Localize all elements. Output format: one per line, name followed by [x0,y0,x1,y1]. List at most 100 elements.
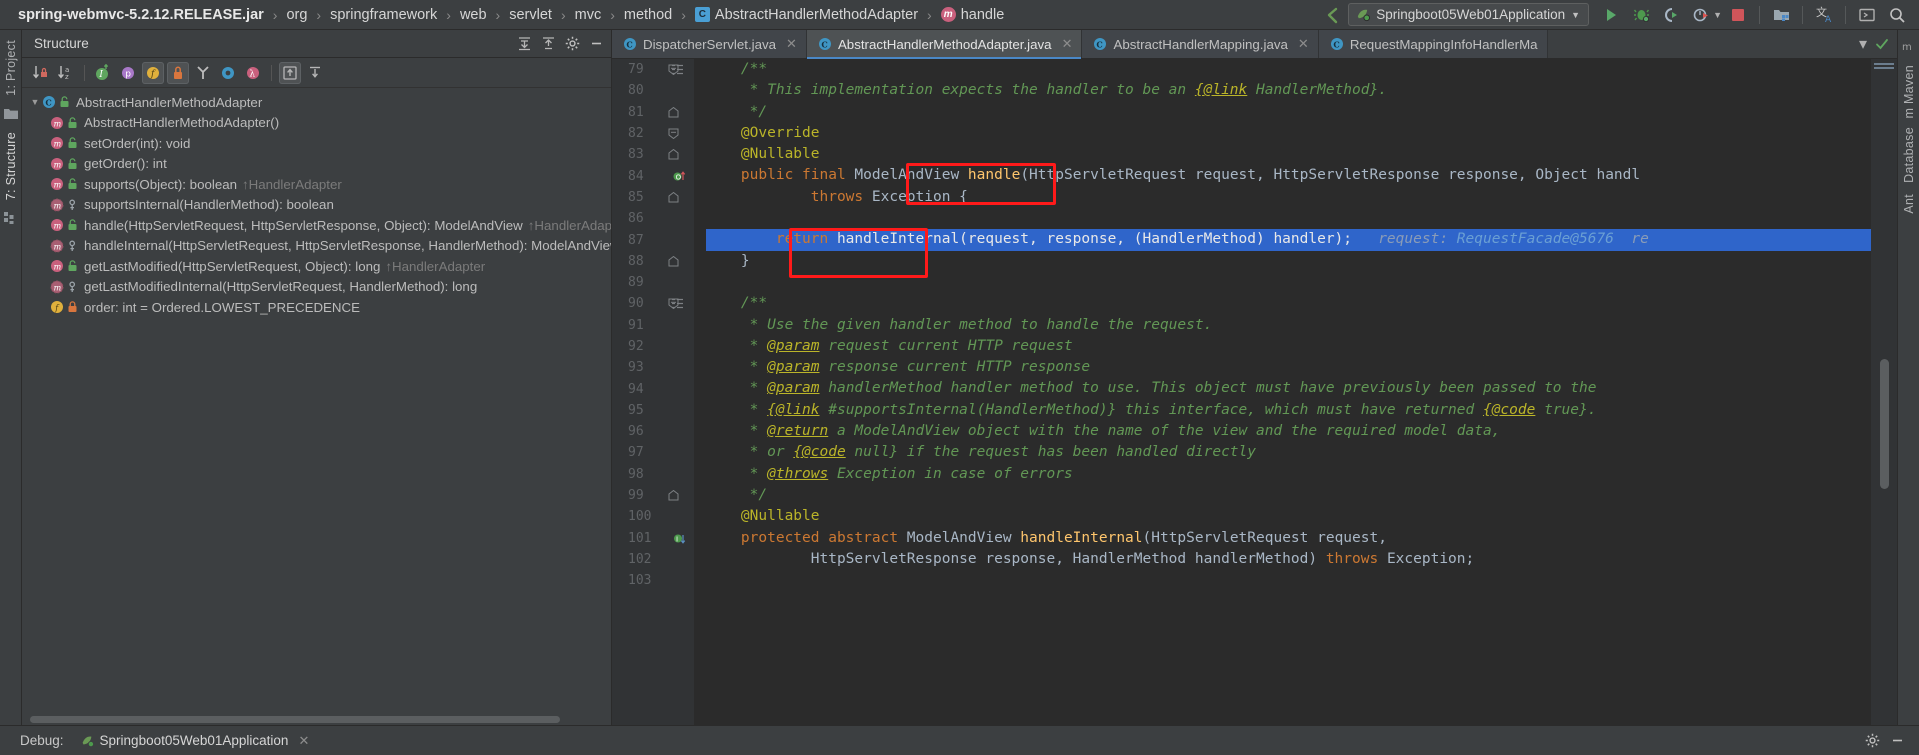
settings-gear-icon[interactable] [561,33,583,55]
breadcrumb-item-3[interactable]: web [460,7,487,23]
structure-grid-icon[interactable] [4,212,17,225]
code-line-88[interactable]: } [706,251,1871,272]
gutter-line-82[interactable]: 82 [612,123,694,144]
structure-hscrollbar[interactable] [22,716,611,723]
debug-icon[interactable] [1627,2,1655,28]
breadcrumb-item-8[interactable]: m handle [940,7,1004,23]
code-line-97[interactable]: * or {@code null} if the request has bee… [706,442,1871,463]
code-line-96[interactable]: * @return a ModelAndView object with the… [706,421,1871,442]
tabs-overflow-chevron-icon[interactable]: ▾ [1851,30,1875,58]
hide-window-icon[interactable] [1890,733,1905,748]
gutter-line-85[interactable]: 85 [612,187,694,208]
breadcrumb-item-4[interactable]: servlet [509,7,552,23]
hide-icon[interactable] [585,33,607,55]
breadcrumb-item-2[interactable]: springframework [330,7,437,23]
structure-tree-item[interactable]: m getOrder(): int [22,154,611,175]
gutter-line-94[interactable]: 94 [612,378,694,399]
gutter-line-98[interactable]: 98 [612,464,694,485]
maven-icon[interactable]: m [1902,40,1915,53]
tree-expand-arrow-icon[interactable]: ▼ [28,97,42,107]
code-editor[interactable]: 79 80 81 82 83 O 84 85 86 87 88 89 90 91 92 93 94 95 96 97 9… [612,59,1897,725]
gutter-line-95[interactable]: 95 [612,400,694,421]
breadcrumb-item-0[interactable]: spring-webmvc-5.2.12.RELEASE.jar [18,7,264,23]
breadcrumb-item-5[interactable]: mvc [575,7,602,23]
gutter-line-103[interactable]: 103 [612,570,694,591]
fold-end-icon[interactable] [668,490,679,501]
code-line-80[interactable]: * This implementation expects the handle… [706,80,1871,101]
gutter-line-92[interactable]: 92 [612,336,694,357]
fold-end-icon[interactable] [668,255,679,267]
gutter-line-101[interactable]: I 101 [612,528,694,549]
fold-end-icon[interactable] [668,149,679,160]
show-lambdas-icon[interactable]: λ [242,62,264,84]
fold-collapse-icon[interactable] [668,128,679,140]
gutter-line-89[interactable]: 89 [612,272,694,293]
sort-by-visibility-icon[interactable] [30,62,52,84]
code-line-82[interactable]: @Override [706,123,1871,144]
gutter-line-84[interactable]: O 84 [612,165,694,186]
gutter-line-79[interactable]: 79 [612,59,694,80]
editor-tab-2[interactable]: C AbstractHandlerMapping.java ✕ [1082,30,1319,58]
profiler-icon[interactable] [1687,2,1715,28]
gutter-line-86[interactable]: 86 [612,208,694,229]
show-anonymous-classes-icon[interactable] [217,62,239,84]
structure-tree-item[interactable]: m setOrder(int): void [22,133,611,154]
code-line-90[interactable]: /** [706,293,1871,314]
collapse-all-icon[interactable] [537,33,559,55]
close-icon[interactable]: ✕ [786,36,797,52]
collapse-all-icon-2[interactable] [304,62,326,84]
close-icon[interactable]: ✕ [1298,36,1309,52]
code-line-98[interactable]: * @throws Exception in case of errors [706,464,1871,485]
stop-icon[interactable] [1724,2,1752,28]
code-line-102[interactable]: HttpServletResponse response, HandlerMet… [706,549,1871,570]
code-line-103[interactable] [706,570,1871,591]
group-methods-icon[interactable] [192,62,214,84]
code-line-86[interactable] [706,208,1871,229]
gutter-line-96[interactable]: 96 [612,421,694,442]
breadcrumb-item-7[interactable]: C AbstractHandlerMethodAdapter [694,7,918,23]
editor-tab-1[interactable]: C AbstractHandlerMethodAdapter.java ✕ [806,30,1083,59]
gutter-line-100[interactable]: 100 [612,506,694,527]
structure-tree-root[interactable]: ▼ C AbstractHandlerMethodAdapter [22,92,611,113]
code-line-85[interactable]: throws Exception { [706,187,1871,208]
structure-tree-item[interactable]: m AbstractHandlerMethodAdapter() [22,113,611,134]
breadcrumb-item-1[interactable]: org [286,7,307,23]
overridden-method-icon[interactable]: O [673,170,686,183]
sidebar-item-project[interactable]: 1: Project [4,34,18,102]
editor-scrollbar-markers[interactable] [1871,59,1897,725]
structure-tree-item[interactable]: f order: int = Ordered.LOWEST_PRECEDENCE [22,297,611,318]
gutter-line-80[interactable]: 80 [612,80,694,101]
gutter-line-90[interactable]: 90 [612,293,694,314]
structure-tree-item[interactable]: m handleInternal(HttpServletRequest, Http… [22,236,611,257]
editor-tab-0[interactable]: C DispatcherServlet.java ✕ [612,30,807,58]
gutter-line-81[interactable]: 81 [612,102,694,123]
fold-collapse-icon[interactable] [668,298,679,310]
breadcrumb-item-6[interactable]: method [624,7,672,23]
sort-alphabetically-icon[interactable]: az [55,62,77,84]
code-line-87[interactable]: return handleInternal(request, response,… [706,229,1871,251]
code-line-91[interactable]: * Use the given handler method to handle… [706,315,1871,336]
fold-collapse-icon[interactable] [668,64,679,76]
code-line-100[interactable]: @Nullable [706,506,1871,527]
sidebar-item-database[interactable]: Database [1902,121,1916,189]
debug-session-tab[interactable]: Springboot05Web01Application ✕ [74,731,316,751]
back-arrow-icon[interactable] [1318,2,1346,28]
gutter-line-83[interactable]: 83 [612,144,694,165]
close-icon[interactable]: ✕ [1062,36,1073,52]
code-line-89[interactable] [706,272,1871,293]
code-line-84[interactable]: public final ModelAndView handle(HttpSer… [706,165,1871,186]
structure-tree-item[interactable]: m supports(Object): boolean ↑HandlerAdapte… [22,174,611,195]
gutter-line-102[interactable]: 102 [612,549,694,570]
code-text[interactable]: /** * This implementation expects the ha… [694,59,1871,725]
structure-tree-item[interactable]: m handle(HttpServletRequest, HttpServletR… [22,215,611,236]
expand-all-icon[interactable] [279,61,301,84]
code-line-95[interactable]: * {@link #supportsInternal(HandlerMethod… [706,400,1871,421]
editor-gutter[interactable]: 79 80 81 82 83 O 84 85 86 87 88 89 90 91 92 93 94 95 96 97 9… [612,59,694,725]
code-line-93[interactable]: * @param response current HTTP response [706,357,1871,378]
sidebar-item-maven[interactable]: m Maven [1902,59,1916,121]
code-line-79[interactable]: /** [706,59,1871,80]
search-everywhere-icon[interactable] [1883,2,1911,28]
gutter-line-87[interactable]: 87 [612,229,694,250]
translate-icon[interactable]: 文A [1810,2,1838,28]
settings-gear-icon-bottom[interactable] [1865,733,1880,748]
